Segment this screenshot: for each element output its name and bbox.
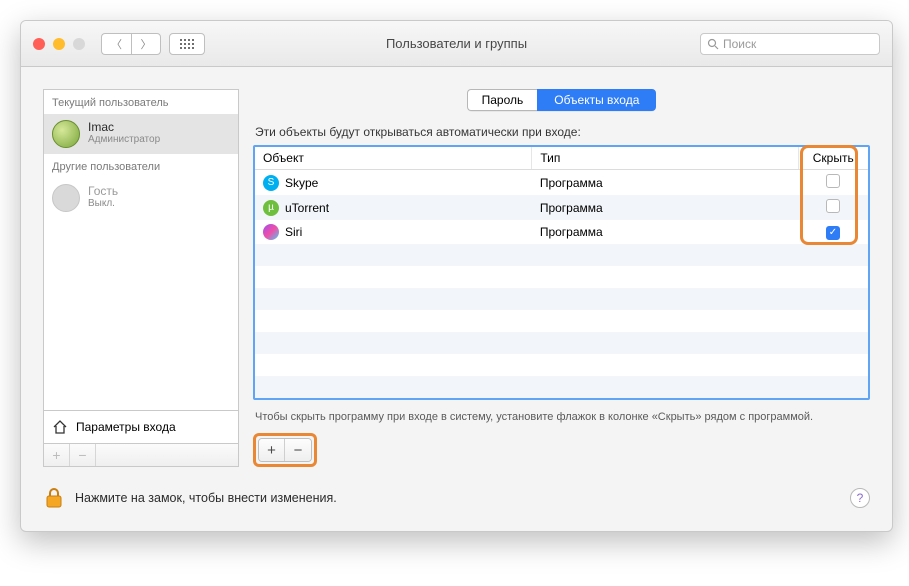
siri-icon (263, 224, 279, 240)
main-panel: Пароль Объекты входа Эти объекты будут о… (253, 89, 870, 467)
hide-checkbox[interactable] (826, 174, 840, 188)
col-object[interactable]: Объект (255, 147, 532, 170)
house-icon (52, 419, 68, 435)
window-title: Пользователи и группы (386, 36, 527, 51)
item-add-remove: + − (258, 438, 312, 462)
minimize-icon[interactable] (53, 38, 65, 50)
login-options-label: Параметры входа (76, 420, 176, 434)
zoom-icon[interactable] (73, 38, 85, 50)
sidebar-user-guest[interactable]: Гость Выкл. (44, 178, 238, 218)
hide-hint: Чтобы скрыть программу при входе в систе… (255, 410, 868, 425)
user-add-remove: + − (43, 444, 239, 467)
avatar (52, 120, 80, 148)
current-user-label: Текущий пользователь (44, 90, 238, 114)
table-row[interactable]: S Skype Программа (255, 170, 868, 196)
preferences-window: 〈 〉 Пользователи и группы Поиск Текущий … (20, 20, 893, 532)
skype-icon: S (263, 175, 279, 191)
search-input[interactable]: Поиск (700, 33, 880, 55)
other-users-label: Другие пользователи (44, 154, 238, 178)
login-items-heading: Эти объекты будут открываться автоматиче… (255, 125, 868, 139)
login-options-button[interactable]: Параметры входа (43, 410, 239, 444)
tab-password[interactable]: Пароль (467, 89, 538, 111)
col-hide[interactable]: Скрыть (798, 147, 868, 170)
hide-checkbox[interactable] (826, 199, 840, 213)
hide-checkbox[interactable] (826, 226, 840, 240)
item-type: Программа (532, 195, 798, 220)
item-type: Программа (532, 220, 798, 244)
item-name: Skype (285, 176, 318, 190)
table-row[interactable]: Siri Программа (255, 220, 868, 244)
user-sidebar: Текущий пользователь Imac Администратор … (43, 89, 239, 467)
close-icon[interactable] (33, 38, 45, 50)
add-item-button[interactable]: + (259, 439, 285, 461)
utorrent-icon: µ (263, 200, 279, 216)
tab-login-items[interactable]: Объекты входа (537, 89, 656, 111)
search-placeholder: Поиск (723, 37, 756, 51)
traffic-lights (33, 38, 85, 50)
footer: Нажмите на замок, чтобы внести изменения… (21, 485, 892, 531)
nav-segment: 〈 〉 (101, 33, 161, 55)
forward-button[interactable]: 〉 (131, 33, 161, 55)
remove-item-button[interactable]: − (285, 439, 311, 461)
remove-user-button[interactable]: − (70, 444, 96, 466)
highlight-add-remove: + − (253, 433, 317, 467)
search-icon (707, 38, 719, 50)
login-items-table: Объект Тип Скрыть S Skype Программа (253, 145, 870, 400)
sidebar-user-current[interactable]: Imac Администратор (44, 114, 238, 154)
grid-icon (180, 39, 194, 49)
lock-icon[interactable] (43, 485, 65, 511)
user-role: Администратор (88, 134, 160, 145)
titlebar: 〈 〉 Пользователи и группы Поиск (21, 21, 892, 67)
avatar (52, 184, 80, 212)
user-name: Imac (88, 120, 160, 134)
help-button[interactable]: ? (850, 488, 870, 508)
col-type[interactable]: Тип (532, 147, 798, 170)
table-row[interactable]: µ uTorrent Программа (255, 195, 868, 220)
tab-segment: Пароль Объекты входа (467, 89, 657, 111)
guest-status: Выкл. (88, 198, 118, 209)
show-all-button[interactable] (169, 33, 205, 55)
guest-name: Гость (88, 184, 118, 198)
item-name: Siri (285, 225, 302, 239)
add-user-button[interactable]: + (44, 444, 70, 466)
lock-message: Нажмите на замок, чтобы внести изменения… (75, 491, 337, 505)
item-name: uTorrent (285, 201, 329, 215)
item-type: Программа (532, 170, 798, 196)
back-button[interactable]: 〈 (101, 33, 131, 55)
